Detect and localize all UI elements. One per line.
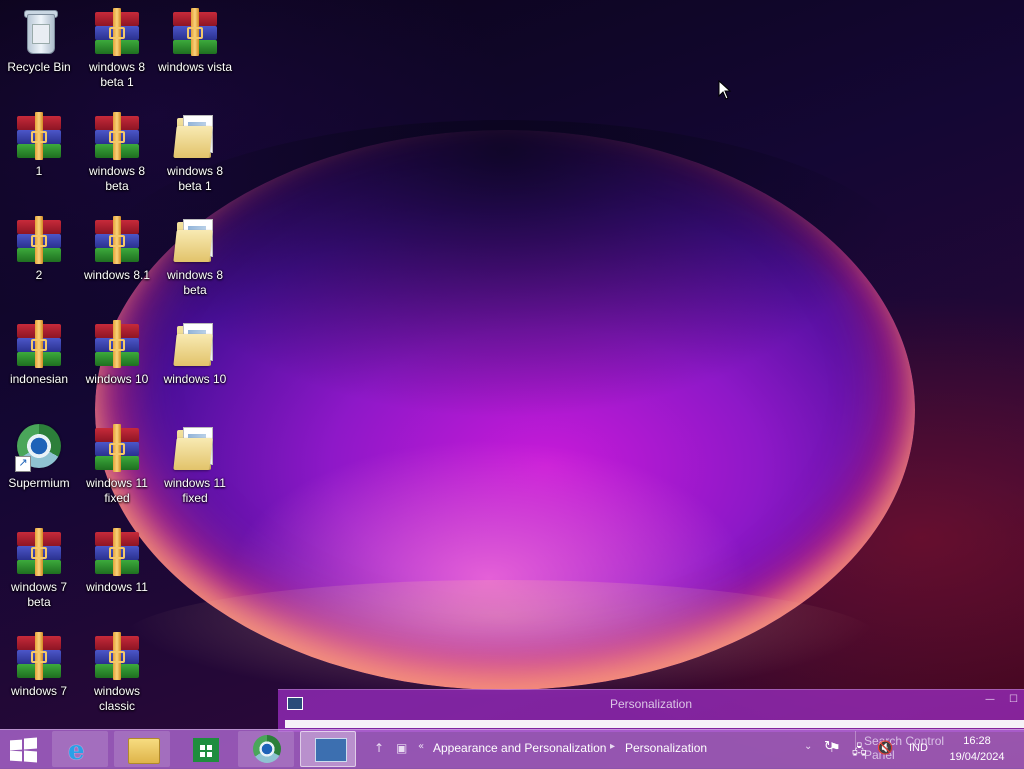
rar-archive-icon <box>171 8 219 56</box>
desktop-icon-recycle-bin[interactable]: Recycle Bin <box>1 8 77 75</box>
desktop-icon-folder[interactable]: windows 8 beta 1 <box>157 112 233 194</box>
rar-archive-icon <box>15 320 63 368</box>
desktop-icon-label: windows 8 beta <box>166 268 224 297</box>
desktop-icon-archive[interactable]: windows 8.1 <box>79 216 155 283</box>
clock-time: 16:28 <box>963 735 991 747</box>
desktop-icon-label: Recycle Bin <box>7 60 71 74</box>
rar-archive-icon <box>93 216 141 264</box>
desktop-icon-folder[interactable]: windows 8 beta <box>157 216 233 298</box>
desktop-icon-folder[interactable]: windows 11 fixed <box>157 424 233 506</box>
desktop-icon-label: windows classic <box>93 684 141 713</box>
desktop-icon-label: 1 <box>35 164 43 178</box>
desktop-icon-archive[interactable]: windows vista <box>157 8 233 75</box>
desktop-icon-label: 2 <box>35 268 43 282</box>
ie-icon: e <box>68 736 85 766</box>
breadcrumb-separator-icon: ▸ <box>610 741 616 752</box>
breadcrumb-appearance[interactable]: Appearance and Personalization <box>433 741 606 755</box>
desktop-icon-archive[interactable]: windows 8 beta <box>79 112 155 194</box>
folder-icon <box>171 216 219 264</box>
shortcut-arrow-icon: ↗ <box>15 456 31 472</box>
desktop-icon-supermium[interactable]: ↗ Supermium <box>1 424 77 491</box>
breadcrumb-personalization[interactable]: Personalization <box>625 741 707 755</box>
desktop-icon-label: Supermium <box>8 476 70 490</box>
address-bar[interactable]: ↑ ▣ « Appearance and Personalization ▸ P… <box>364 730 814 767</box>
recycle-bin-icon <box>15 8 63 56</box>
desktop-icon-label: windows 11 fixed <box>86 476 148 505</box>
supermium-icon <box>253 735 281 763</box>
desktop-icon-archive[interactable]: windows classic <box>79 632 155 714</box>
breadcrumb-overflow[interactable]: « <box>418 741 424 752</box>
desktop-icon-archive[interactable]: 1 <box>1 112 77 179</box>
taskbar-supermium[interactable] <box>238 731 294 767</box>
window-controls[interactable]: — ☐ <box>971 694 1018 705</box>
desktop-icon-archive[interactable]: windows 7 beta <box>1 528 77 610</box>
window-title: Personalization <box>609 697 693 711</box>
desktop-icon-label: indonesian <box>9 372 69 386</box>
rar-archive-icon <box>93 528 141 576</box>
desktop-icon-archive[interactable]: windows 11 fixed <box>79 424 155 506</box>
language-indicator[interactable]: IND <box>909 742 928 754</box>
store-icon <box>193 738 219 762</box>
start-button[interactable] <box>10 737 38 763</box>
desktop-icon-label: windows 11 fixed <box>164 476 226 505</box>
folder-icon <box>171 424 219 472</box>
taskbar: e ↑ ▣ « Appearance and Personalization ▸… <box>0 729 1024 769</box>
rar-archive-icon <box>15 528 63 576</box>
rar-archive-icon <box>93 424 141 472</box>
control-panel-small-icon: ▣ <box>396 741 408 755</box>
desktop-icon-label: windows 8.1 <box>83 268 151 282</box>
minimize-icon[interactable]: — <box>985 694 995 705</box>
desktop-icon-label: windows vista <box>157 60 233 74</box>
taskbar-file-explorer[interactable] <box>114 731 170 767</box>
desktop-icon-archive[interactable]: 2 <box>1 216 77 283</box>
rar-archive-icon <box>93 8 141 56</box>
up-arrow-icon[interactable]: ↑ <box>374 741 384 755</box>
network-icon[interactable]: 🖧 <box>852 741 867 763</box>
clock-date: 19/04/2024 <box>949 751 1005 763</box>
folder-icon <box>171 112 219 160</box>
desktop-icon-label: windows 10 <box>163 372 227 386</box>
rar-archive-icon <box>93 632 141 680</box>
rar-archive-icon <box>15 112 63 160</box>
taskbar-store[interactable] <box>176 731 232 767</box>
rar-archive-icon <box>93 320 141 368</box>
desktop-icon-label: windows 10 <box>85 372 149 386</box>
rar-archive-icon <box>15 632 63 680</box>
desktop-icon-folder[interactable]: windows 10 <box>157 320 233 387</box>
rar-archive-icon <box>15 216 63 264</box>
desktop-icon-label: windows 7 beta <box>10 580 68 609</box>
desktop-icon-archive[interactable]: windows 11 <box>79 528 155 595</box>
taskbar-control-panel[interactable] <box>300 731 356 767</box>
desktop-icon-label: windows 8 beta <box>88 164 146 193</box>
desktop-icon-label: windows 8 beta 1 <box>166 164 224 193</box>
desktop-icon-archive[interactable]: indonesian <box>1 320 77 387</box>
folder-icon <box>171 320 219 368</box>
start-icon <box>10 739 22 751</box>
desktop-icon-archive[interactable]: windows 10 <box>79 320 155 387</box>
clock[interactable]: 16:28 19/04/2024 <box>942 733 1012 765</box>
rar-archive-icon <box>93 112 141 160</box>
volume-muted-icon[interactable]: 🔇 <box>877 741 893 756</box>
chevron-down-icon[interactable]: ⌄ <box>804 741 812 752</box>
desktop-icon-archive[interactable]: windows 7 <box>1 632 77 699</box>
mouse-cursor-icon <box>718 80 732 100</box>
desktop-icon-label: windows 11 <box>86 580 148 594</box>
desktop-icon-archive[interactable]: windows 8 beta 1 <box>79 8 155 90</box>
action-center-flag-icon[interactable]: ⚑ <box>829 741 841 756</box>
desktop-icon-label: windows 8 beta 1 <box>88 60 146 89</box>
maximize-icon[interactable]: ☐ <box>1009 694 1018 705</box>
file-explorer-icon <box>128 738 160 764</box>
taskbar-internet-explorer[interactable]: e <box>52 731 108 767</box>
window-content-edge <box>285 720 1024 728</box>
personalization-window[interactable]: Personalization — ☐ <box>278 689 1024 732</box>
supermium-icon: ↗ <box>15 424 63 472</box>
desktop-icon-label: windows 7 <box>10 684 68 698</box>
control-panel-icon <box>315 738 347 762</box>
